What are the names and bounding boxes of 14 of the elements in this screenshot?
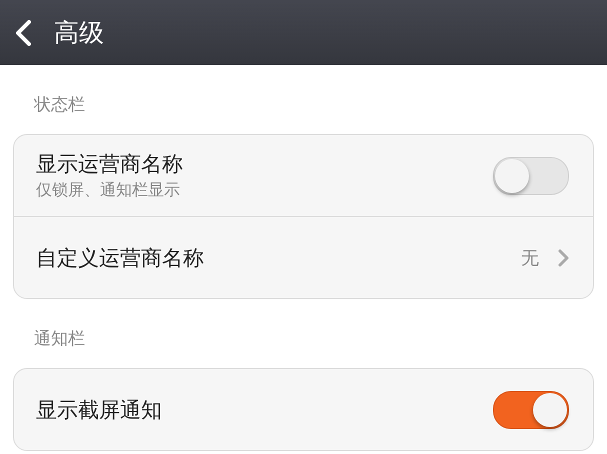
toggle-switch[interactable] — [493, 390, 569, 428]
settings-row[interactable]: 自定义运营商名称 无 — [14, 216, 593, 298]
setting-value: 无 — [521, 246, 539, 270]
section-header: 状态栏 — [34, 95, 85, 115]
setting-description: 仅锁屏、通知栏显示 — [36, 180, 181, 201]
setting-label: 显示截屏通知 — [36, 396, 163, 424]
back-icon[interactable] — [14, 18, 32, 46]
setting-label: 自定义运营商名称 — [36, 244, 205, 272]
settings-row[interactable]: 显示运营商名称 仅锁屏、通知栏显示 — [14, 135, 593, 216]
section-header: 通知栏 — [34, 329, 85, 349]
settings-row[interactable]: 显示截屏通知 — [14, 369, 593, 450]
screen-title: 高级 — [54, 17, 104, 49]
chevron-right-icon — [557, 248, 569, 268]
setting-label: 显示运营商名称 — [36, 151, 184, 178]
